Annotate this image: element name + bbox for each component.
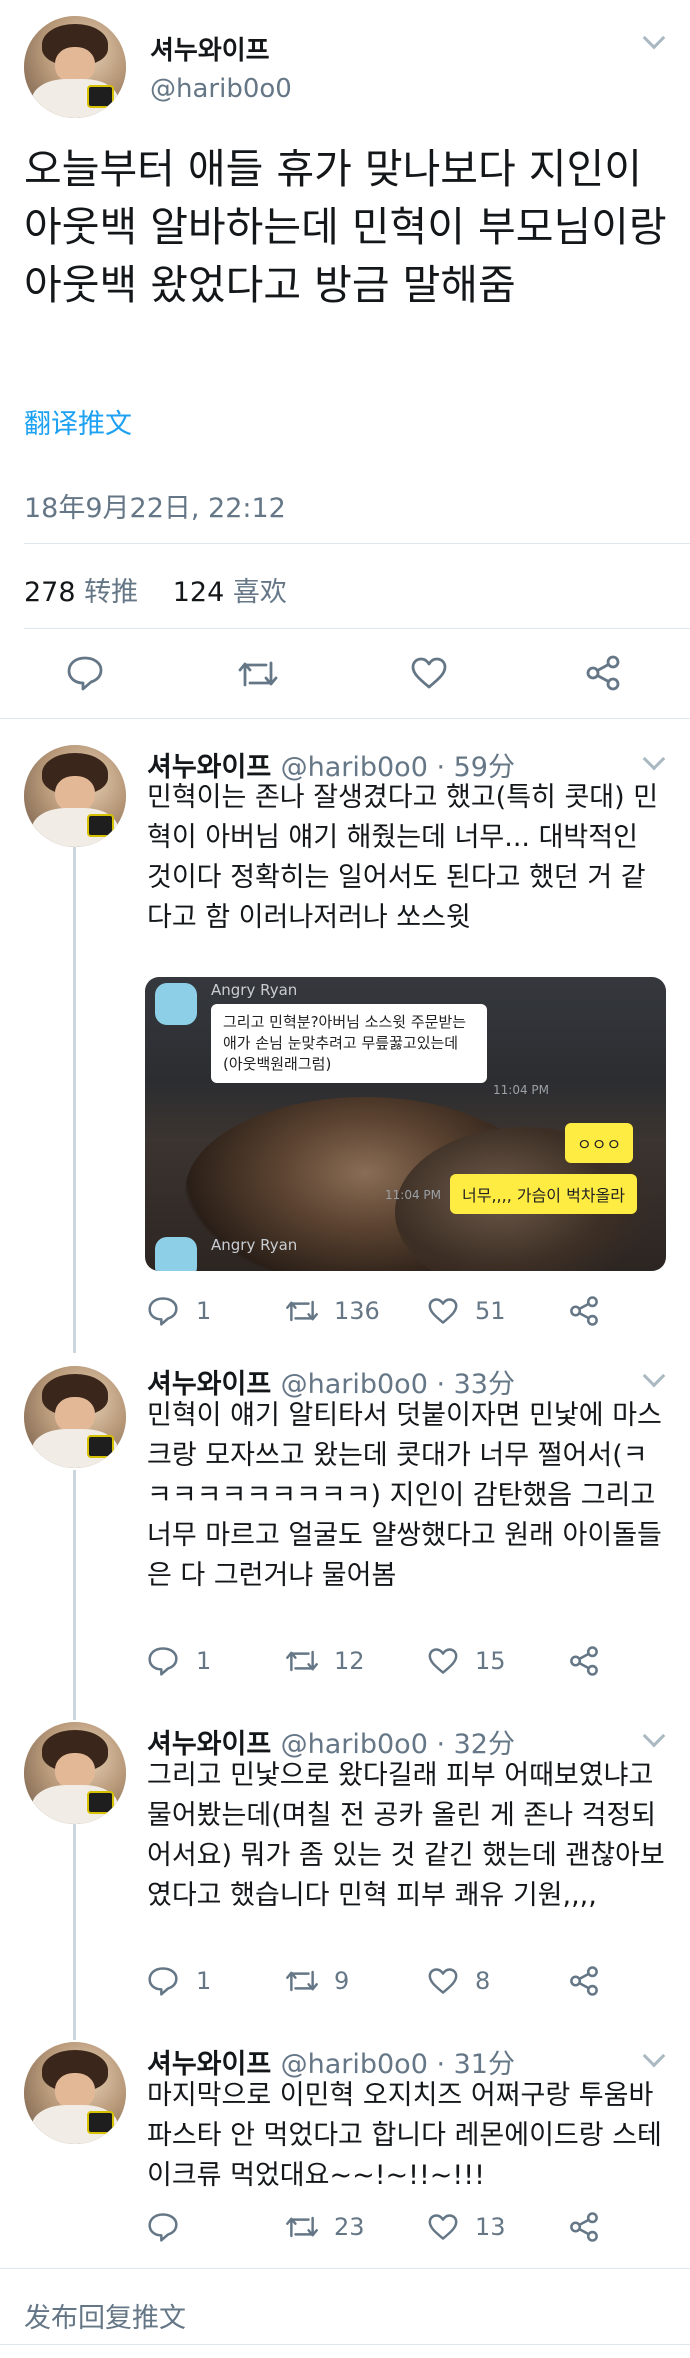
like-icon[interactable] (427, 1297, 459, 1325)
reply-text: 그리고 민낯으로 왔다길래 피부 어때보였냐고 물어봤는데(며칠 전 공카 올린… (147, 1760, 665, 1911)
thread-connector (73, 1790, 76, 2040)
reply-avatar[interactable] (24, 1366, 126, 1468)
reply-icon[interactable] (66, 655, 104, 691)
reply-more-chevron-icon[interactable] (642, 1364, 666, 1388)
retweet-icon[interactable] (284, 2213, 320, 2241)
reply-text: 민혁이 얘기 알티타서 덧붙이자면 민낯에 마스크랑 모자쓰고 왔는데 콧대가 … (147, 1400, 662, 1591)
main-avatar[interactable] (24, 16, 126, 118)
reply-avatar[interactable] (24, 1722, 126, 1824)
like-icon[interactable] (427, 2213, 459, 2241)
share-icon[interactable] (568, 1645, 600, 1677)
like-count: 15 (475, 1647, 506, 1675)
thread-connector (73, 847, 76, 1353)
chat-message-bubble-yellow: 너무,,,, 가슴이 벅차올라 (450, 1174, 637, 1214)
reply-more-chevron-icon[interactable] (642, 747, 666, 771)
like-count: 8 (475, 1967, 491, 1995)
tweet-timestamp: 18年9月22日, 22:12 (24, 493, 286, 524)
reply-text: 민혁이는 존나 잘생겼다고 했고(특히 콧대) 민혁이 아버님 얘기 해줬는데 … (147, 782, 659, 933)
reply-compose-input[interactable]: 发布回复推文 (24, 2296, 186, 2335)
chat-sender-name: Angry Ryan (211, 1236, 298, 1254)
chat-profile-icon (155, 983, 197, 1025)
reply-icon[interactable] (147, 2212, 179, 2242)
retweet-count: 9 (334, 1967, 350, 1995)
divider (24, 628, 690, 629)
like-count: 51 (475, 1297, 506, 1325)
share-icon[interactable] (584, 654, 622, 692)
like-icon[interactable] (427, 1967, 459, 1995)
main-more-chevron-icon[interactable] (642, 26, 666, 50)
retweet-icon[interactable] (236, 657, 280, 691)
reply-count: 1 (196, 1297, 212, 1325)
chat-message-bubble: 그리고 민혁분?아버님 소스윗 주문받는애가 손님 눈맞추려고 무릎꿇고있는데(… (211, 1004, 487, 1083)
divider (0, 2344, 690, 2345)
reply-icon[interactable] (147, 1296, 179, 1326)
chat-timestamp: 11:04 PM (493, 1083, 549, 1097)
divider (0, 2268, 690, 2269)
like-icon[interactable] (410, 656, 448, 690)
reply-text: 마지막으로 이민혁 오지치즈 어쩌구랑 투움바 파스타 안 먹었다고 합니다 레… (147, 2080, 662, 2191)
reply-icon[interactable] (147, 1646, 179, 1676)
embedded-chat-image[interactable]: Angry Ryan 그리고 민혁분?아버님 소스윗 주문받는애가 손님 눈맞추… (145, 977, 666, 1271)
share-icon[interactable] (568, 1965, 600, 1997)
chat-message-bubble-yellow: ㅇㅇㅇ (565, 1123, 634, 1163)
retweet-icon[interactable] (284, 1967, 320, 1995)
main-tweet-text: 오늘부터 애들 휴가 맞나보다 지인이 아웃백 알바하는데 민혁이 부모님이랑 … (24, 145, 667, 309)
retweet-icon[interactable] (284, 1297, 320, 1325)
reply-avatar[interactable] (24, 745, 126, 847)
share-icon[interactable] (568, 2211, 600, 2243)
retweet-count: 23 (334, 2213, 365, 2241)
thread-connector (73, 1470, 76, 1720)
like-count: 13 (475, 2213, 506, 2241)
reply-icon[interactable] (147, 1966, 179, 1996)
chat-sender-name: Angry Ryan (211, 981, 298, 999)
reply-more-chevron-icon[interactable] (642, 2044, 666, 2068)
tweet-stats: 278 转推 124 喜欢 (24, 570, 313, 609)
divider (0, 718, 690, 719)
like-stat[interactable]: 124 喜欢 (173, 577, 287, 608)
divider (24, 543, 690, 544)
reply-avatar[interactable] (24, 2042, 126, 2144)
reply-count: 1 (196, 1967, 212, 1995)
retweet-count: 136 (334, 1297, 380, 1325)
share-icon[interactable] (568, 1295, 600, 1327)
like-icon[interactable] (427, 1647, 459, 1675)
main-author-name[interactable]: 셔누와이프 (150, 30, 270, 67)
main-author-handle[interactable]: @harib0o0 (150, 74, 292, 104)
retweet-count: 12 (334, 1647, 365, 1675)
translate-link[interactable]: 翻译推文 (24, 402, 132, 441)
chat-timestamp: 11:04 PM (385, 1188, 441, 1202)
reply-count: 1 (196, 1647, 212, 1675)
retweet-icon[interactable] (284, 1647, 320, 1675)
reply-more-chevron-icon[interactable] (642, 1724, 666, 1748)
retweet-stat[interactable]: 278 转推 (24, 577, 138, 608)
chat-profile-icon (155, 1237, 197, 1271)
